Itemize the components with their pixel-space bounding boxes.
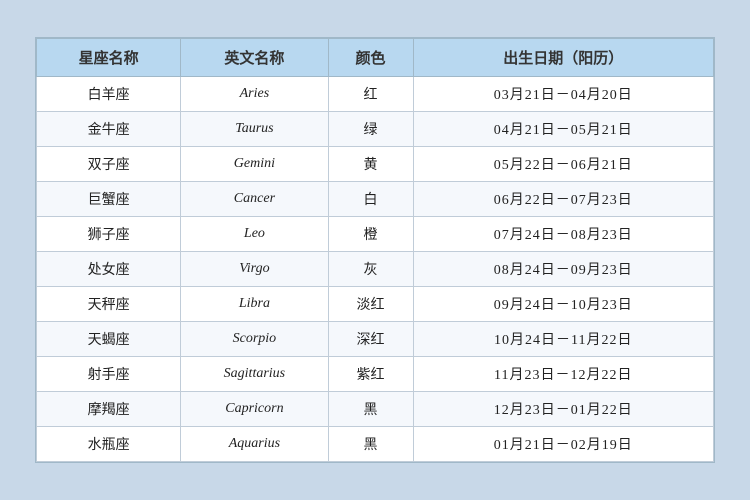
cell-color: 绿: [328, 112, 413, 147]
cell-english: Scorpio: [181, 322, 328, 357]
cell-english: Gemini: [181, 147, 328, 182]
table-row: 白羊座Aries红03月21日－04月20日: [37, 77, 714, 112]
cell-chinese: 狮子座: [37, 217, 181, 252]
cell-color: 深红: [328, 322, 413, 357]
cell-dates: 01月21日－02月19日: [413, 427, 713, 462]
cell-chinese: 金牛座: [37, 112, 181, 147]
cell-dates: 05月22日－06月21日: [413, 147, 713, 182]
cell-color: 黑: [328, 392, 413, 427]
cell-dates: 06月22日－07月23日: [413, 182, 713, 217]
table-row: 双子座Gemini黄05月22日－06月21日: [37, 147, 714, 182]
table-row: 摩羯座Capricorn黑12月23日－01月22日: [37, 392, 714, 427]
cell-chinese: 天秤座: [37, 287, 181, 322]
cell-color: 橙: [328, 217, 413, 252]
cell-english: Sagittarius: [181, 357, 328, 392]
cell-dates: 04月21日－05月21日: [413, 112, 713, 147]
col-header-dates: 出生日期（阳历）: [413, 39, 713, 77]
cell-color: 淡红: [328, 287, 413, 322]
cell-english: Virgo: [181, 252, 328, 287]
cell-color: 白: [328, 182, 413, 217]
cell-english: Aquarius: [181, 427, 328, 462]
cell-dates: 12月23日－01月22日: [413, 392, 713, 427]
col-header-english: 英文名称: [181, 39, 328, 77]
cell-chinese: 处女座: [37, 252, 181, 287]
table-header-row: 星座名称 英文名称 颜色 出生日期（阳历）: [37, 39, 714, 77]
cell-chinese: 双子座: [37, 147, 181, 182]
cell-chinese: 射手座: [37, 357, 181, 392]
cell-color: 红: [328, 77, 413, 112]
cell-chinese: 摩羯座: [37, 392, 181, 427]
table-row: 处女座Virgo灰08月24日－09月23日: [37, 252, 714, 287]
cell-chinese: 白羊座: [37, 77, 181, 112]
cell-english: Capricorn: [181, 392, 328, 427]
cell-english: Leo: [181, 217, 328, 252]
col-header-chinese: 星座名称: [37, 39, 181, 77]
cell-color: 黄: [328, 147, 413, 182]
cell-dates: 03月21日－04月20日: [413, 77, 713, 112]
cell-color: 黑: [328, 427, 413, 462]
cell-chinese: 天蝎座: [37, 322, 181, 357]
table-row: 天秤座Libra淡红09月24日－10月23日: [37, 287, 714, 322]
cell-dates: 08月24日－09月23日: [413, 252, 713, 287]
table-row: 金牛座Taurus绿04月21日－05月21日: [37, 112, 714, 147]
cell-english: Libra: [181, 287, 328, 322]
cell-dates: 10月24日－11月22日: [413, 322, 713, 357]
col-header-color: 颜色: [328, 39, 413, 77]
zodiac-table: 星座名称 英文名称 颜色 出生日期（阳历） 白羊座Aries红03月21日－04…: [36, 38, 714, 462]
cell-dates: 11月23日－12月22日: [413, 357, 713, 392]
table-row: 狮子座Leo橙07月24日－08月23日: [37, 217, 714, 252]
cell-english: Taurus: [181, 112, 328, 147]
cell-color: 紫红: [328, 357, 413, 392]
zodiac-table-container: 星座名称 英文名称 颜色 出生日期（阳历） 白羊座Aries红03月21日－04…: [35, 37, 715, 463]
table-row: 射手座Sagittarius紫红11月23日－12月22日: [37, 357, 714, 392]
cell-dates: 07月24日－08月23日: [413, 217, 713, 252]
table-row: 水瓶座Aquarius黑01月21日－02月19日: [37, 427, 714, 462]
cell-chinese: 巨蟹座: [37, 182, 181, 217]
table-row: 巨蟹座Cancer白06月22日－07月23日: [37, 182, 714, 217]
table-row: 天蝎座Scorpio深红10月24日－11月22日: [37, 322, 714, 357]
cell-english: Aries: [181, 77, 328, 112]
cell-color: 灰: [328, 252, 413, 287]
cell-dates: 09月24日－10月23日: [413, 287, 713, 322]
cell-chinese: 水瓶座: [37, 427, 181, 462]
cell-english: Cancer: [181, 182, 328, 217]
